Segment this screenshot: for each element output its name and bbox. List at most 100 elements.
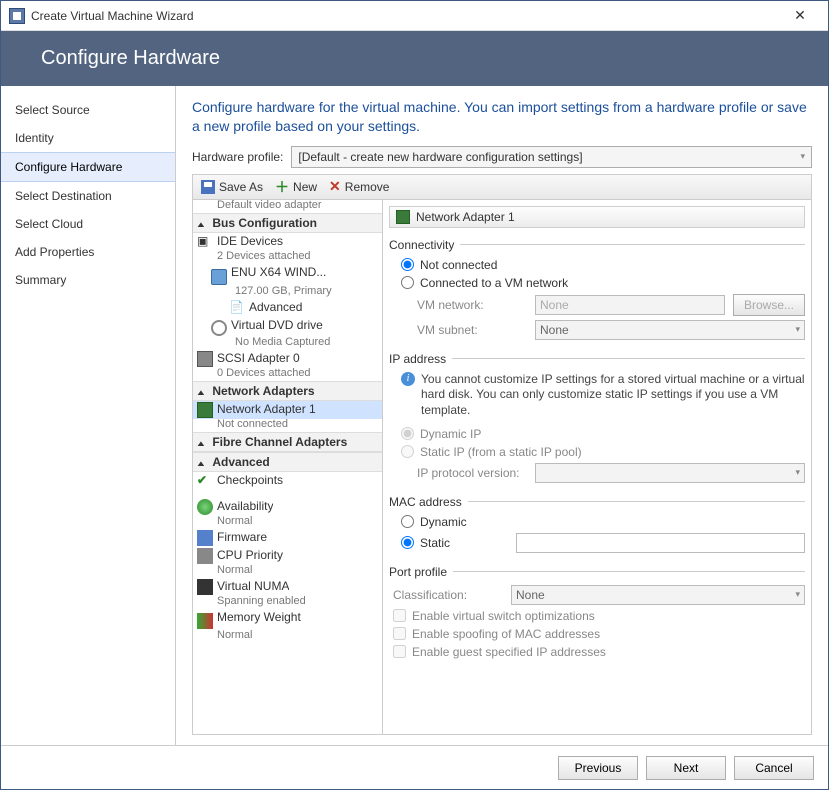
availability-icon bbox=[197, 499, 213, 515]
wizard-nav: Select Source Identity Configure Hardwar… bbox=[1, 86, 176, 745]
nav-select-cloud[interactable]: Select Cloud bbox=[1, 210, 175, 238]
properties-icon: 📄 bbox=[229, 300, 245, 316]
chevron-down-icon: ▾ bbox=[795, 324, 800, 335]
tree-scsi[interactable]: SCSI Adapter 0 bbox=[193, 350, 382, 368]
tree-numa-sub: Spanning enabled bbox=[193, 595, 382, 607]
dvd-icon bbox=[211, 320, 227, 336]
hardware-tree[interactable]: Default video adapter Bus Configuration … bbox=[193, 200, 383, 734]
page-header: Configure Hardware bbox=[1, 31, 828, 86]
tree-nic-1[interactable]: Network Adapter 1 bbox=[193, 401, 382, 419]
tree-availability-sub: Normal bbox=[193, 515, 382, 527]
classification-select[interactable]: None▾ bbox=[511, 585, 805, 605]
wizard-window: Create Virtual Machine Wizard ✕ Configur… bbox=[0, 0, 829, 790]
mac-address-input[interactable] bbox=[516, 533, 805, 553]
connectivity-legend: Connectivity bbox=[389, 238, 454, 252]
titlebar: Create Virtual Machine Wizard ✕ bbox=[1, 1, 828, 31]
cancel-button[interactable]: Cancel bbox=[734, 756, 814, 780]
close-button[interactable]: ✕ bbox=[780, 7, 820, 24]
port-legend: Port profile bbox=[389, 565, 447, 579]
ip-version-label: IP protocol version: bbox=[417, 466, 527, 480]
scsi-icon bbox=[197, 351, 213, 367]
ip-legend: IP address bbox=[389, 352, 446, 366]
check-guest-ip bbox=[393, 645, 406, 658]
hardware-profile-select[interactable]: [Default - create new hardware configura… bbox=[291, 146, 812, 168]
new-button[interactable]: ＋New bbox=[271, 175, 321, 199]
hardware-profile-label: Hardware profile: bbox=[192, 150, 283, 164]
nic-icon bbox=[197, 402, 213, 418]
nav-configure-hardware[interactable]: Configure Hardware bbox=[1, 152, 175, 182]
radio-dynamic-ip bbox=[401, 427, 414, 440]
firmware-icon bbox=[197, 530, 213, 546]
ide-icon: ▣ bbox=[197, 234, 213, 250]
tree-fibre-channel[interactable]: Fibre Channel Adapters bbox=[193, 432, 382, 452]
tree-ide-devices[interactable]: ▣IDE Devices bbox=[193, 233, 382, 251]
plus-icon: ＋ bbox=[275, 177, 289, 197]
memory-icon bbox=[197, 613, 213, 629]
previous-button[interactable]: Previous bbox=[558, 756, 638, 780]
chevron-down-icon: ▾ bbox=[795, 467, 800, 478]
radio-mac-dynamic[interactable] bbox=[401, 515, 414, 528]
save-as-button[interactable]: Save As bbox=[197, 178, 267, 196]
nav-summary[interactable]: Summary bbox=[1, 266, 175, 294]
tree-cpu-priority[interactable]: CPU Priority bbox=[193, 547, 382, 565]
tree-disk-sub: 127.00 GB, Primary bbox=[193, 285, 382, 297]
browse-button: Browse... bbox=[733, 294, 805, 316]
details-header: Network Adapter 1 bbox=[389, 206, 805, 228]
vm-subnet-select: None▾ bbox=[535, 320, 805, 340]
vm-subnet-label: VM subnet: bbox=[417, 323, 527, 337]
app-icon bbox=[9, 8, 25, 24]
tree-nic-sub: Not connected bbox=[193, 418, 382, 430]
radio-not-connected[interactable] bbox=[401, 258, 414, 271]
radio-connected-vm-network[interactable] bbox=[401, 276, 414, 289]
checkpoint-icon: ✔ bbox=[197, 473, 213, 489]
ip-version-select: ▾ bbox=[535, 463, 805, 483]
tree-checkpoints[interactable]: ✔Checkpoints bbox=[193, 472, 382, 490]
nav-select-destination[interactable]: Select Destination bbox=[1, 182, 175, 210]
collapse-icon bbox=[197, 455, 209, 469]
nav-identity[interactable]: Identity bbox=[1, 124, 175, 152]
connectivity-section: Connectivity Not connected Connected to … bbox=[389, 238, 805, 342]
vm-network-input bbox=[535, 295, 725, 315]
check-switch-opt bbox=[393, 609, 406, 622]
check-spoofing bbox=[393, 627, 406, 640]
save-icon bbox=[201, 180, 215, 194]
collapse-icon bbox=[197, 435, 209, 449]
tree-bus-config[interactable]: Bus Configuration bbox=[193, 213, 382, 233]
ip-section: IP address i You cannot customize IP set… bbox=[389, 352, 805, 485]
classification-label: Classification: bbox=[393, 588, 503, 602]
nav-add-properties[interactable]: Add Properties bbox=[1, 238, 175, 266]
tree-firmware[interactable]: Firmware bbox=[193, 529, 382, 547]
info-icon: i bbox=[401, 372, 415, 386]
tree-disk[interactable]: ENU X64 WIND... bbox=[193, 264, 382, 286]
tree-dvd[interactable]: Virtual DVD drive bbox=[193, 317, 382, 337]
hardware-profile-value: [Default - create new hardware configura… bbox=[298, 150, 582, 164]
collapse-icon bbox=[197, 216, 209, 230]
tree-disk-advanced[interactable]: 📄Advanced bbox=[193, 299, 382, 317]
remove-button[interactable]: ✕Remove bbox=[325, 176, 393, 197]
mac-section: MAC address Dynamic Static bbox=[389, 495, 805, 555]
wizard-footer: Previous Next Cancel bbox=[1, 745, 828, 789]
radio-mac-static[interactable] bbox=[401, 536, 414, 549]
tree-video-adapter-sub: Default video adapter bbox=[193, 200, 382, 211]
mac-legend: MAC address bbox=[389, 495, 462, 509]
chevron-down-icon: ▾ bbox=[800, 151, 805, 162]
page-title: Configure Hardware bbox=[41, 47, 220, 70]
tree-advanced[interactable]: Advanced bbox=[193, 452, 382, 472]
vm-network-label: VM network: bbox=[417, 298, 527, 312]
tree-memory-weight[interactable]: Memory Weight bbox=[193, 609, 382, 630]
hardware-toolbar: Save As ＋New ✕Remove bbox=[192, 174, 812, 200]
next-button[interactable]: Next bbox=[646, 756, 726, 780]
intro-text: Configure hardware for the virtual machi… bbox=[192, 98, 812, 136]
nav-select-source[interactable]: Select Source bbox=[1, 96, 175, 124]
radio-static-ip bbox=[401, 445, 414, 458]
tree-network-adapters[interactable]: Network Adapters bbox=[193, 381, 382, 401]
nic-icon bbox=[396, 210, 410, 224]
tree-scsi-sub: 0 Devices attached bbox=[193, 367, 382, 379]
cpu-icon bbox=[197, 548, 213, 564]
tree-dvd-sub: No Media Captured bbox=[193, 336, 382, 348]
tree-ide-sub: 2 Devices attached bbox=[193, 250, 382, 262]
tree-numa[interactable]: Virtual NUMA bbox=[193, 578, 382, 596]
window-title: Create Virtual Machine Wizard bbox=[31, 9, 780, 23]
details-pane: Network Adapter 1 Connectivity Not conne… bbox=[383, 200, 811, 734]
tree-availability[interactable]: Availability bbox=[193, 498, 382, 516]
